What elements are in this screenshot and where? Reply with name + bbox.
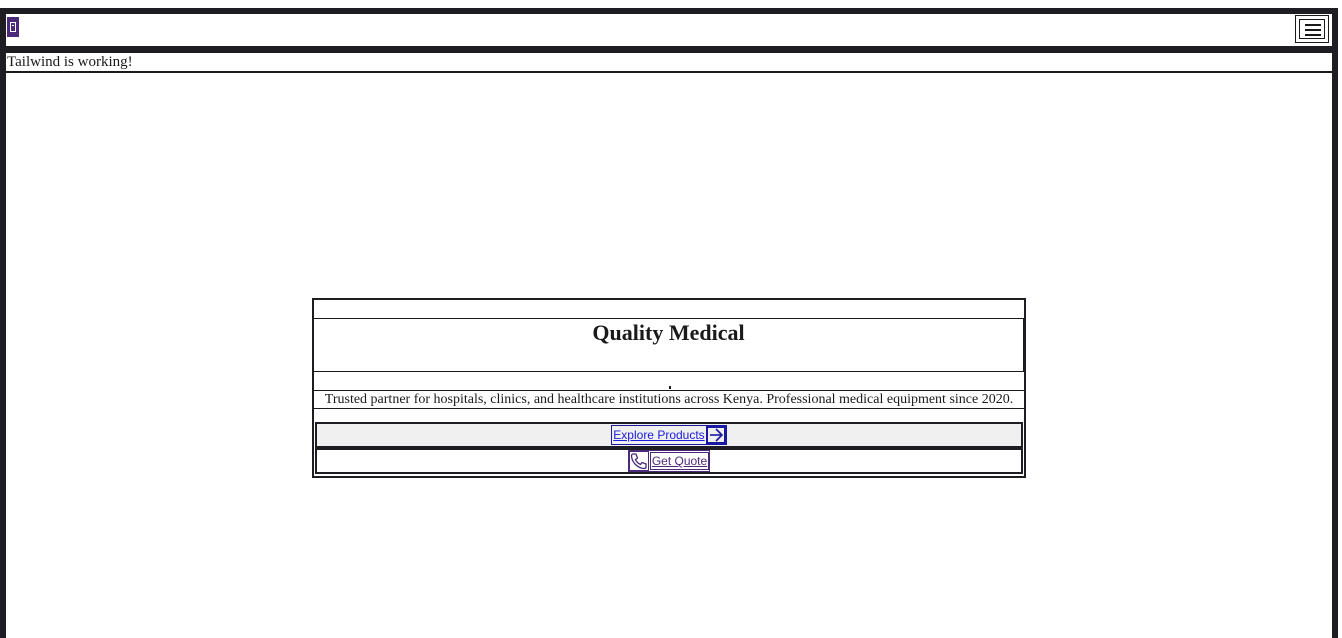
get-quote-label: Get Quote	[649, 452, 710, 470]
explore-row: Explore Products	[315, 422, 1023, 448]
menu-icon-bar	[1305, 29, 1321, 31]
hamburger-menu-icon	[1299, 19, 1325, 39]
menu-button[interactable]	[1295, 15, 1329, 43]
logo-mark	[10, 22, 16, 32]
tailwind-status-text: Tailwind is working!	[6, 52, 1333, 73]
decorative-mark	[669, 386, 671, 389]
arrow-right-icon	[705, 426, 726, 444]
explore-products-button[interactable]: Explore Products	[611, 425, 727, 445]
hero-description: Trusted partner for hospitals, clinics, …	[314, 390, 1024, 409]
phone-icon	[628, 451, 649, 471]
menu-icon-bar	[1305, 34, 1321, 36]
quote-row: Get Quote	[315, 448, 1023, 474]
hero-title: Quality Medical	[592, 320, 745, 345]
hero-title-box: Quality Medical	[314, 318, 1024, 372]
page-frame: Tailwind is working! Quality Medical Tru…	[0, 8, 1338, 638]
hero-section: Quality Medical Trusted partner for hosp…	[312, 298, 1026, 478]
get-quote-button[interactable]: Get Quote	[627, 450, 711, 472]
navbar	[6, 14, 1332, 52]
explore-products-label: Explore Products	[613, 428, 705, 442]
logo-icon[interactable]	[7, 17, 19, 37]
menu-icon-bar	[1305, 24, 1321, 26]
